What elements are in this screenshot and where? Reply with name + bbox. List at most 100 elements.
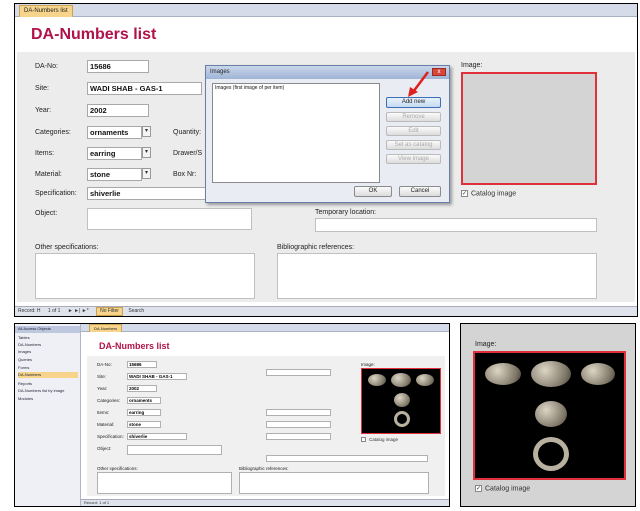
nav-pane-item[interactable]: DA-Numbers	[18, 342, 78, 348]
small-record-label[interactable]: Record: 1 of 1	[84, 500, 109, 505]
zoom-image-label: Image:	[475, 341, 497, 348]
edit-button[interactable]: Edit	[386, 126, 441, 136]
small-bibliographic-label: Bibliographic references:	[239, 466, 289, 471]
bibliographic-references-field[interactable]	[277, 253, 597, 299]
tab-da-numbers-list[interactable]: DA-Numbers list	[19, 5, 73, 17]
artifact-image	[531, 361, 571, 387]
da-no-label: DA-No:	[35, 63, 58, 70]
other-specifications-label: Other specifications:	[35, 244, 99, 251]
other-specifications-field[interactable]	[35, 253, 255, 299]
tab-da-numbers[interactable]: DA-Numbers	[89, 324, 123, 332]
zoom-catalog-image-checkbox[interactable]: ✓ Catalog image	[475, 485, 530, 492]
main-form-window: DA-Numbers list DA-Numbers list DA-No: 1…	[14, 3, 638, 317]
nav-pane-item[interactable]: All Access Objects	[18, 326, 78, 332]
nav-buttons-icon[interactable]: ► ►| ►*	[68, 308, 89, 314]
categories-dropdown-icon[interactable]: ▾	[142, 126, 151, 137]
ok-button[interactable]: OK	[354, 186, 392, 197]
small-image-label: Image:	[361, 362, 375, 367]
small-specification-label: Specification:	[97, 434, 124, 439]
small-site-field[interactable]: WADI SHAB - GAS-1	[127, 373, 187, 380]
small-right-field[interactable]	[266, 421, 331, 428]
site-label: Site:	[35, 85, 50, 92]
artifact-image	[391, 373, 411, 387]
small-right-field[interactable]	[266, 433, 331, 440]
nav-pane-item[interactable]: Modules	[18, 396, 78, 402]
small-image-thumbnail[interactable]	[361, 368, 441, 434]
year-label: Year:	[35, 107, 52, 114]
categories-combo[interactable]: ornaments	[87, 126, 142, 139]
small-catalog-image-checkbox[interactable]: Catalog image	[361, 437, 398, 443]
add-new-button[interactable]: Add new	[386, 97, 441, 108]
small-form-title: DA-Numbers list	[99, 341, 170, 351]
zoom-catalog-image-label: Catalog image	[485, 485, 531, 493]
nav-pane-item[interactable]: Queries	[18, 357, 78, 363]
images-list-header: Images (first image of per item)	[215, 85, 285, 91]
artifact-image	[535, 401, 567, 427]
small-year-field[interactable]: 2002	[127, 385, 157, 392]
catalog-image-label: Catalog image	[471, 190, 517, 198]
year-field[interactable]: 2002	[87, 104, 149, 117]
material-combo[interactable]: stone	[87, 168, 142, 181]
material-dropdown-icon[interactable]: ▾	[142, 168, 151, 179]
record-navigation-bar: Record: H 1 of 1 ► ►| ►* No Filter Searc…	[15, 306, 637, 316]
artifact-image	[581, 363, 615, 385]
artifact-image	[368, 374, 386, 386]
items-combo[interactable]: earring	[87, 147, 142, 160]
small-categories-field[interactable]: ornaments	[127, 397, 161, 404]
nav-pane-item[interactable]: Images	[18, 349, 78, 355]
small-other-specifications-field[interactable]	[97, 472, 232, 494]
images-list[interactable]: Images (first image of per item)	[212, 83, 380, 183]
remove-button[interactable]: Remove	[386, 112, 441, 122]
image-zoom-panel: Image: ✓ Catalog image	[460, 323, 636, 507]
nav-pane-item[interactable]: Reports	[18, 381, 78, 387]
catalog-image-checkbox[interactable]: ✓ Catalog image	[461, 190, 516, 197]
small-right-field[interactable]	[266, 455, 428, 462]
small-items-label: Items:	[97, 410, 110, 415]
small-year-label: Year:	[97, 386, 108, 391]
image-label: Image:	[461, 62, 483, 69]
small-categories-label: Categories:	[97, 398, 121, 403]
zoom-artifact-image[interactable]	[473, 351, 626, 480]
zoom-checkbox-icon: ✓	[475, 485, 482, 492]
small-form-document: DA-Numbers DA-Numbers list DA-No: 15686 …	[81, 324, 449, 506]
items-dropdown-icon[interactable]: ▾	[142, 147, 151, 158]
no-filter-button[interactable]: No Filter	[96, 307, 123, 316]
small-material-label: Material:	[97, 422, 115, 427]
images-dialog: Images x Images (first image of per item…	[205, 65, 450, 203]
set-catalog-button[interactable]: Set as catalog	[386, 140, 441, 150]
checkbox-icon: ✓	[461, 190, 468, 197]
small-bibliographic-field[interactable]	[239, 472, 429, 494]
close-icon[interactable]: x	[432, 68, 446, 76]
object-field[interactable]	[87, 208, 252, 230]
artifact-image	[416, 374, 434, 386]
small-right-field[interactable]	[266, 369, 331, 376]
small-specification-field[interactable]: shiverlie	[127, 433, 187, 440]
site-field[interactable]: WADI SHAB - GAS-1	[87, 82, 202, 95]
nav-pane-item[interactable]: Tables	[18, 335, 78, 341]
small-other-specifications-label: Other specifications:	[97, 466, 138, 471]
form-title: DA-Numbers list	[31, 26, 157, 43]
temporary-location-field[interactable]	[315, 218, 597, 232]
small-da-no-field[interactable]: 15686	[127, 361, 157, 368]
da-no-field[interactable]: 15686	[87, 60, 149, 73]
specification-field[interactable]: shiverlie	[87, 187, 207, 200]
red-arrow-icon	[408, 71, 429, 97]
nav-pane-item[interactable]: DA-Numbers list by image	[18, 388, 78, 394]
items-label: Items:	[35, 150, 55, 157]
small-items-field[interactable]: earring	[127, 409, 161, 416]
view-image-button[interactable]: View image	[386, 154, 441, 164]
small-da-no-label: DA-No:	[97, 362, 112, 367]
cancel-button[interactable]: Cancel	[399, 186, 441, 197]
record-position[interactable]: 1 of 1	[48, 308, 61, 314]
record-label: Record: H	[18, 308, 41, 314]
nav-pane-item[interactable]: Forms	[18, 365, 78, 371]
bibliographic-references-label: Bibliographic references:	[277, 244, 355, 251]
material-label: Material:	[35, 171, 62, 178]
image-placeholder[interactable]	[461, 72, 597, 185]
small-right-field[interactable]	[266, 409, 331, 416]
artifact-image	[394, 393, 410, 407]
small-object-field[interactable]	[127, 445, 222, 455]
nav-pane-item[interactable]: DA-Numbers	[18, 372, 78, 378]
small-material-field[interactable]: stone	[127, 421, 161, 428]
search-box[interactable]: Search	[128, 308, 144, 314]
